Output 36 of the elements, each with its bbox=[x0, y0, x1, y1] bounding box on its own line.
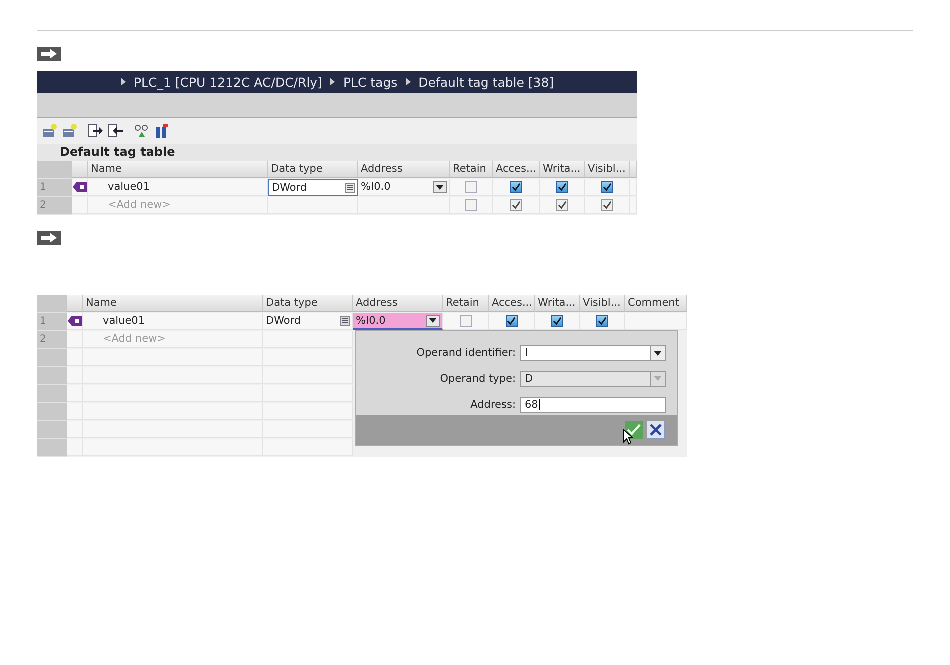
field-label: Address: bbox=[470, 398, 516, 411]
column-header[interactable]: Acces... bbox=[493, 161, 540, 178]
dropdown-field[interactable]: I bbox=[520, 345, 666, 362]
name-cell: value01 bbox=[83, 313, 263, 330]
column-header[interactable]: Address bbox=[353, 295, 443, 312]
name-cell: value01 bbox=[88, 179, 268, 196]
name-cell: <Add new> bbox=[88, 197, 268, 214]
column-header[interactable]: Address bbox=[358, 161, 450, 178]
column-header[interactable]: Retain bbox=[443, 295, 489, 312]
column-header[interactable]: Comment bbox=[625, 295, 687, 312]
table-title: Default tag table bbox=[37, 144, 637, 161]
data-type-cell[interactable]: DWord bbox=[268, 179, 358, 196]
field-label: Operand identifier: bbox=[416, 347, 516, 360]
address-cell[interactable]: %I0.0 bbox=[353, 313, 443, 330]
breadcrumb-item[interactable]: Default tag table [38] bbox=[418, 74, 554, 90]
breadcrumb-item[interactable]: PLC tags bbox=[343, 74, 398, 90]
column-header[interactable]: Writa... bbox=[535, 295, 580, 312]
column-header[interactable]: Visibl... bbox=[585, 161, 630, 178]
name-cell: <Add new> bbox=[83, 331, 263, 348]
column-header[interactable]: Visibl... bbox=[580, 295, 625, 312]
data-type-cell[interactable]: DWord bbox=[263, 313, 353, 330]
column-header[interactable]: Name bbox=[88, 161, 268, 178]
field-label: Operand type: bbox=[439, 372, 516, 385]
column-header[interactable]: Data type bbox=[268, 161, 358, 178]
row-number: 2 bbox=[37, 331, 67, 349]
row-number: 2 bbox=[37, 197, 72, 215]
input-field[interactable]: 68 bbox=[520, 396, 666, 413]
column-header[interactable]: Name bbox=[83, 295, 263, 312]
column-header[interactable]: Data type bbox=[263, 295, 353, 312]
row-number: 1 bbox=[37, 179, 72, 197]
address-cell[interactable]: %I0.0 bbox=[358, 179, 450, 196]
column-header[interactable]: Acces... bbox=[489, 295, 535, 312]
row-number: 1 bbox=[37, 313, 67, 331]
breadcrumb-item[interactable]: PLC_1 [CPU 1212C AC/DC/Rly] bbox=[134, 74, 322, 90]
column-header[interactable]: Writa... bbox=[540, 161, 585, 178]
column-header[interactable]: Retain bbox=[450, 161, 493, 178]
